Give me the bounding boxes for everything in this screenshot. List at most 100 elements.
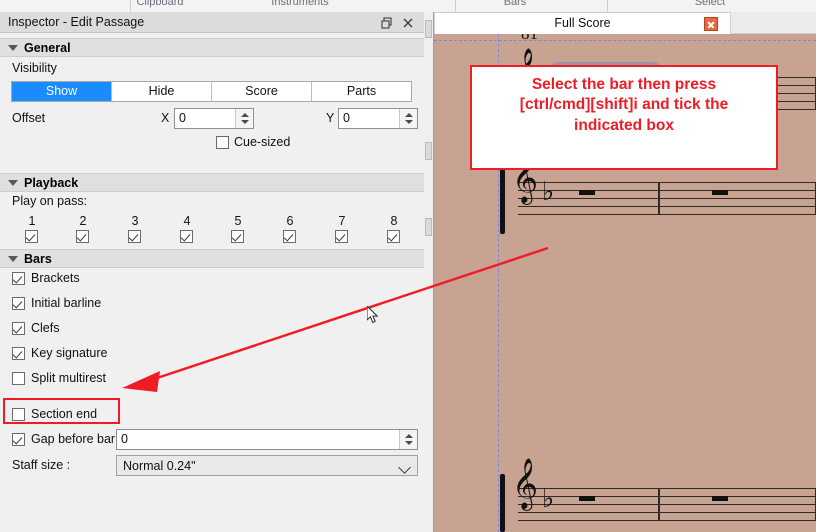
treble-clef-3: 𝄞	[512, 458, 539, 509]
checkbox-brackets[interactable]	[12, 272, 25, 285]
pass-number-5: 5	[234, 214, 242, 228]
checkbox-gap-before-bar[interactable]	[12, 433, 25, 446]
chevron-down-icon	[8, 45, 18, 51]
offset-y-label: Y	[326, 111, 335, 125]
label-staff-size: Staff size :	[12, 458, 71, 472]
callout-line-1: Select the bar then press	[531, 76, 717, 93]
gap-before-bar-stepper[interactable]	[399, 430, 417, 449]
chevron-down-icon	[8, 256, 18, 262]
visibility-option-parts[interactable]: Parts	[312, 82, 411, 101]
checkbox-key-signature[interactable]	[12, 347, 25, 360]
visibility-label: Visibility	[12, 61, 57, 75]
section-title-playback: Playback	[24, 176, 79, 190]
inspector-panel: Inspector - Edit Passage General Visibil…	[0, 12, 424, 532]
barline-3	[658, 182, 660, 215]
whole-rest-3[interactable]	[712, 190, 728, 195]
float-restore-icon[interactable]	[380, 16, 394, 30]
splitter-nub[interactable]	[425, 20, 432, 38]
pass-checkbox-2[interactable]	[76, 230, 89, 243]
inspector-titlebar: Inspector - Edit Passage	[0, 12, 424, 33]
offset-label: Offset	[12, 111, 46, 125]
pass-number-6: 6	[286, 214, 294, 228]
tab-full-score[interactable]: Full Score	[434, 12, 731, 34]
pass-checkbox-7[interactable]	[335, 230, 348, 243]
bar-number: 81	[521, 34, 538, 44]
pass-checkbox-8[interactable]	[387, 230, 400, 243]
pass-checkbox-4[interactable]	[180, 230, 193, 243]
pass-number-8: 8	[390, 214, 398, 228]
checkbox-clefs[interactable]	[12, 322, 25, 335]
chevron-down-icon	[8, 180, 18, 186]
pass-checkbox-3[interactable]	[128, 230, 141, 243]
staff-size-value: Normal 0.24"	[123, 459, 196, 473]
section-header-playback[interactable]: Playback	[0, 173, 424, 192]
label-clefs: Clefs	[31, 321, 60, 335]
pass-number-3: 3	[131, 214, 139, 228]
offset-y-input[interactable]: 0	[338, 108, 418, 129]
callout-line-3: indicated box	[574, 116, 674, 134]
tabbar-empty-area	[731, 12, 816, 34]
tab-label: Full Score	[554, 16, 611, 30]
inspector-body: General Visibility Show Hide Score Parts…	[0, 33, 424, 532]
ribbon-group-select[interactable]: Select	[615, 0, 805, 8]
visibility-option-score[interactable]: Score	[212, 82, 312, 101]
offset-x-label: X	[161, 111, 170, 125]
checkbox-split-multirest[interactable]	[12, 372, 25, 385]
offset-x-stepper[interactable]	[235, 109, 253, 128]
section-header-general[interactable]: General	[0, 38, 424, 57]
ribbon-divider	[130, 0, 131, 12]
section-title-general: General	[24, 41, 71, 55]
whole-rest-5[interactable]	[712, 496, 728, 501]
barline-5	[658, 488, 660, 521]
pass-number-4: 4	[183, 214, 191, 228]
staff-size-dropdown[interactable]: Normal 0.24"	[116, 455, 418, 476]
score-tabbar: Full Score	[434, 12, 816, 34]
close-icon[interactable]	[401, 16, 415, 30]
app-window: Clipboard Instruments Bars Select Inspec…	[0, 0, 816, 532]
section-body-playback: Play on pass: 1 2 3 4 5 6 7 8	[0, 192, 424, 256]
callout-line-2: [ctrl/cmd][shift]i and tick the	[519, 96, 729, 114]
system-brace-2	[500, 474, 505, 532]
margin-guide-top	[434, 40, 816, 41]
key-signature-flat-3: ♭	[542, 484, 555, 514]
splitter-nub[interactable]	[425, 142, 432, 160]
panel-splitter[interactable]	[424, 12, 434, 532]
staff-3[interactable]	[518, 488, 816, 521]
mouse-cursor	[367, 306, 379, 324]
label-gap-before-bar: Gap before bar	[31, 432, 116, 446]
pass-checkbox-1[interactable]	[25, 230, 38, 243]
section-header-bars[interactable]: Bars	[0, 249, 424, 268]
play-on-pass-label: Play on pass:	[12, 194, 88, 208]
cue-sized-label: Cue-sized	[234, 135, 291, 149]
offset-x-input[interactable]: 0	[174, 108, 254, 129]
ribbon-group-bars[interactable]: Bars	[420, 0, 610, 8]
cue-sized-checkbox[interactable]	[216, 136, 229, 149]
label-key-signature: Key signature	[31, 346, 108, 360]
visibility-option-hide[interactable]: Hide	[112, 82, 212, 101]
offset-y-stepper[interactable]	[399, 109, 417, 128]
pass-checkbox-6[interactable]	[283, 230, 296, 243]
whole-rest-2[interactable]	[579, 190, 595, 195]
gap-before-bar-input[interactable]: 0	[116, 429, 418, 450]
annotation-callout: Select the bar then press [ctrl/cmd][shi…	[470, 65, 778, 170]
whole-rest-4[interactable]	[579, 496, 595, 501]
splitter-nub[interactable]	[425, 218, 432, 236]
ribbon-group-instruments[interactable]: Instruments	[200, 0, 400, 8]
close-tab-icon[interactable]	[704, 17, 718, 31]
inspector-title: Inspector - Edit Passage	[8, 15, 145, 29]
pass-number-1: 1	[28, 214, 36, 228]
pass-number-7: 7	[338, 214, 346, 228]
pass-checkbox-5[interactable]	[231, 230, 244, 243]
checkbox-initial-barline[interactable]	[12, 297, 25, 310]
pass-number-2: 2	[79, 214, 87, 228]
offset-x-value: 0	[179, 111, 186, 125]
checkbox-section-end[interactable]	[12, 408, 25, 421]
ribbon-divider	[607, 0, 608, 12]
visibility-option-show[interactable]: Show	[12, 82, 112, 101]
visibility-segmented-control[interactable]: Show Hide Score Parts	[11, 81, 412, 102]
chevron-down-icon	[398, 461, 411, 474]
section-body-general: Visibility Show Hide Score Parts Offset …	[0, 57, 424, 157]
label-brackets: Brackets	[31, 271, 80, 285]
staff-2[interactable]	[518, 182, 816, 215]
label-initial-barline: Initial barline	[31, 296, 102, 310]
